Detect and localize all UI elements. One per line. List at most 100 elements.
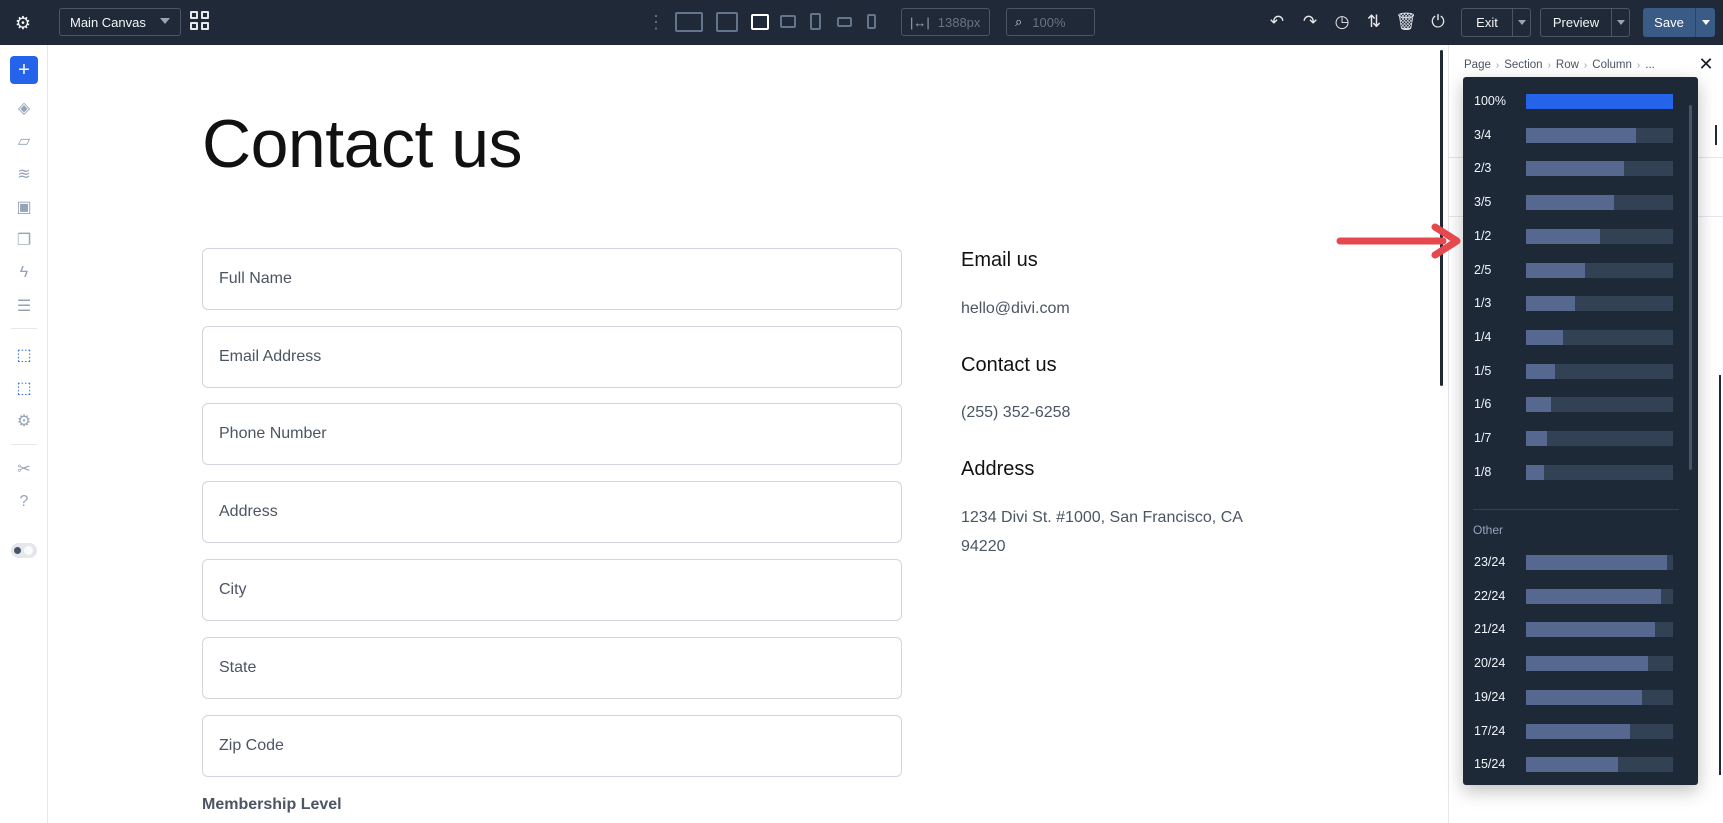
undo-icon[interactable]: ↶ (1265, 10, 1289, 34)
width-preview-bar (1526, 363, 1556, 379)
width-option-1-6[interactable]: 1/6 (1463, 387, 1698, 421)
width-option-3-4[interactable]: 3/4 (1463, 118, 1698, 152)
save-dropdown-button[interactable] (1695, 8, 1715, 37)
select-element-icon[interactable]: ⬚ (11, 342, 37, 368)
width-option-1-3[interactable]: 1/3 (1463, 286, 1698, 320)
zip-code-field[interactable]: Zip Code (202, 715, 902, 777)
breadcrumb-section[interactable]: Section (1504, 59, 1542, 71)
multi-select-icon[interactable]: ⬚ (11, 375, 37, 401)
width-preview-bar (1526, 161, 1624, 177)
dark-mode-toggle[interactable] (11, 543, 37, 558)
panel-scrollbar[interactable] (1719, 375, 1721, 775)
city-field[interactable]: City (202, 559, 902, 621)
width-option-label: 100% (1474, 94, 1506, 108)
canvas-width-value: 1388px (937, 14, 981, 30)
dropdown-scrollbar[interactable] (1689, 105, 1692, 470)
layers-icon[interactable]: ◈ (11, 95, 37, 121)
breadcrumb-page[interactable]: Page (1464, 59, 1491, 71)
width-option-1-7[interactable]: 1/7 (1463, 421, 1698, 455)
width-option-label: 1/7 (1474, 431, 1492, 445)
preview-button[interactable]: Preview (1540, 8, 1612, 37)
list-icon[interactable]: ☰ (11, 293, 37, 319)
variables-icon[interactable]: ▣ (11, 194, 37, 220)
exit-button[interactable]: Exit (1461, 8, 1513, 37)
width-option-23-24[interactable]: 23/24 (1463, 545, 1698, 579)
width-preview-bar (1526, 195, 1615, 211)
width-option-1-2[interactable]: 1/2 (1463, 219, 1698, 253)
column-width-dropdown: 100% 3/4 2/3 3/5 1/2 2/5 1/3 1/4 1/5 1/6 1/7 1/8 Ot… (1463, 77, 1698, 785)
left-sidebar: + ◈ ▱ ≋ ▣ ❐ ϟ ☰ ⬚ ⬚ ⚙ ✂ ? (0, 45, 48, 823)
close-icon[interactable]: ✕ (1697, 54, 1715, 74)
address-field[interactable]: Address (202, 481, 902, 543)
width-preview-bar (1526, 656, 1649, 672)
phone-landscape-icon[interactable] (837, 17, 852, 27)
width-option-20-24[interactable]: 20/24 (1463, 646, 1698, 680)
phone-field[interactable]: Phone Number (202, 403, 902, 465)
zoom-input[interactable]: ⌕ 100% (1006, 8, 1095, 36)
desktop-wide-icon[interactable] (675, 12, 703, 32)
save-button[interactable]: Save (1643, 8, 1695, 37)
width-option-3-5[interactable]: 3/5 (1463, 185, 1698, 219)
sort-icon[interactable]: ⇅ (1362, 10, 1386, 34)
database-icon[interactable]: ≋ (11, 161, 37, 187)
width-preview-track (1526, 757, 1673, 773)
width-option-21-24[interactable]: 21/24 (1463, 612, 1698, 646)
width-option-17-24[interactable]: 17/24 (1463, 714, 1698, 748)
tablet-portrait-icon[interactable] (810, 13, 821, 30)
width-preview-track (1526, 296, 1673, 312)
laptop-icon[interactable] (751, 14, 769, 30)
power-icon[interactable]: ⏻ (1426, 10, 1450, 34)
width-option-2-5[interactable]: 2/5 (1463, 253, 1698, 287)
width-preview-bar (1526, 622, 1655, 638)
chevron-down-icon (1616, 20, 1625, 25)
layout-grid-icon[interactable] (190, 10, 212, 34)
phone-portrait-icon[interactable] (867, 14, 876, 29)
width-option-label: 20/24 (1474, 656, 1506, 671)
width-preview-bar (1526, 329, 1563, 345)
redo-icon[interactable]: ↷ (1298, 10, 1322, 34)
canvas-select[interactable]: Main Canvas (59, 8, 181, 36)
width-option-label: 2/5 (1474, 262, 1492, 277)
canvas-width-input[interactable]: |↔| 1388px (901, 8, 990, 36)
membership-level-label: Membership Level (202, 796, 342, 813)
width-preview-track (1526, 127, 1673, 143)
email-field[interactable]: Email Address (202, 326, 902, 388)
builder-canvas: Contact us Full Name Email Address Phone… (48, 45, 1440, 823)
more-vertical-icon[interactable]: ⋮ (647, 10, 665, 34)
width-option-label: 3/5 (1474, 195, 1492, 210)
gear-icon[interactable]: ⚙ (8, 8, 38, 38)
width-option-label: 1/4 (1474, 329, 1492, 344)
width-option-1-4[interactable]: 1/4 (1463, 320, 1698, 354)
state-field[interactable]: State (202, 637, 902, 699)
theme-builder-icon[interactable]: ⚙ (11, 408, 37, 434)
exit-dropdown-button[interactable] (1513, 8, 1531, 37)
tools-icon[interactable]: ✂ (11, 456, 37, 482)
breadcrumb-column[interactable]: Column (1592, 59, 1632, 71)
add-element-button[interactable]: + (10, 56, 38, 84)
breadcrumb-row[interactable]: Row (1556, 59, 1579, 71)
breadcrumb-more[interactable]: ... (1645, 59, 1655, 71)
preview-dropdown-button[interactable] (1612, 8, 1630, 37)
pages-icon[interactable]: ❐ (11, 227, 37, 253)
canvas-select-label: Main Canvas (70, 14, 146, 30)
width-option-100pct[interactable]: 100% (1463, 84, 1698, 118)
lightning-icon[interactable]: ϟ (11, 260, 37, 286)
help-icon[interactable]: ? (11, 489, 37, 515)
width-option-1-8[interactable]: 1/8 (1463, 455, 1698, 489)
width-preview-track (1526, 723, 1673, 739)
width-option-1-5[interactable]: 1/5 (1463, 354, 1698, 388)
width-option-2-3[interactable]: 2/3 (1463, 151, 1698, 185)
width-option-19-24[interactable]: 19/24 (1463, 680, 1698, 714)
canvas-scrollbar[interactable] (1440, 50, 1443, 386)
tablet-landscape-icon[interactable] (780, 15, 796, 28)
page-title: Contact us (202, 106, 523, 182)
width-option-15-24[interactable]: 15/24 (1463, 747, 1698, 781)
contact-heading: Contact us (961, 354, 1057, 376)
desktop-icon[interactable] (716, 12, 738, 32)
width-preview-track (1526, 262, 1673, 278)
trash-icon[interactable]: 🗑 (1394, 10, 1418, 34)
design-library-icon[interactable]: ▱ (11, 128, 37, 154)
history-icon[interactable]: ◷ (1330, 10, 1354, 34)
full-name-field[interactable]: Full Name (202, 248, 902, 310)
width-option-22-24[interactable]: 22/24 (1463, 579, 1698, 613)
